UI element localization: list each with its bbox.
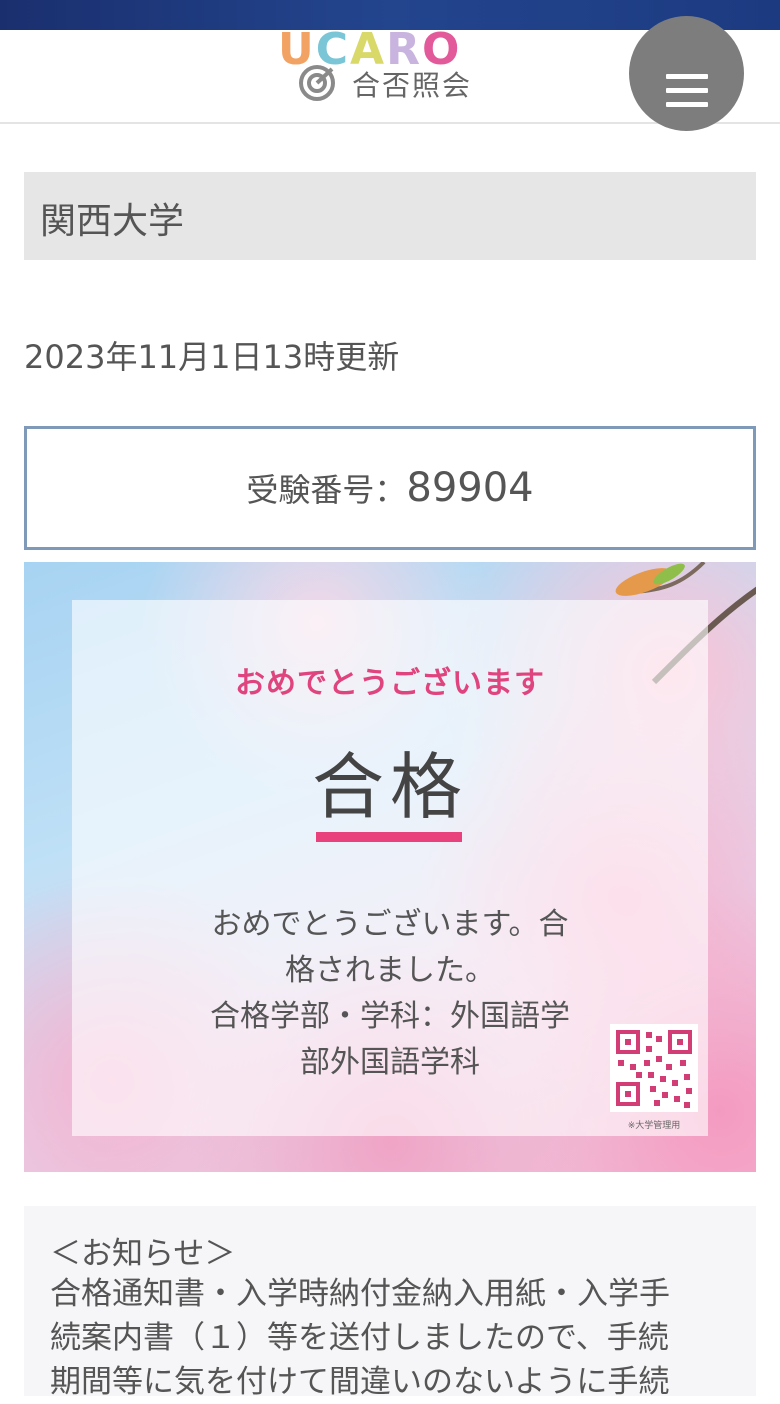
logo-letter: A — [350, 30, 385, 66]
logo-letter: C — [315, 30, 349, 66]
notice-line: 合格通知書・入学時納付金納入用紙・入学手 — [50, 1276, 670, 1312]
qr-note: ※大学管理用 — [627, 1121, 681, 1131]
result-status: 合格 — [311, 745, 468, 829]
hamburger-icon — [666, 74, 708, 79]
logo-letter: R — [386, 30, 420, 66]
logo-letter: U — [278, 30, 314, 66]
message-line: 部外国語学科 — [300, 1045, 480, 1080]
logo-letter: O — [421, 30, 460, 66]
result-panel: おめでとうございます 合格 おめでとうございます。合 格されました。 合格学部・… — [24, 562, 756, 1172]
target-icon — [299, 65, 335, 101]
message-line: 格されました。 — [285, 953, 495, 988]
notice-box: ＜お知らせ＞ 合格通知書・入学時納付金納入用紙・入学手 続案内書（１）等を送付し… — [24, 1206, 756, 1400]
logo-subtitle: 合否照会 — [352, 69, 473, 102]
exam-number-label: 受験番号： — [246, 471, 407, 509]
notice-body: 合格通知書・入学時納付金納入用紙・入学手 続案内書（１）等を送付しましたので、手… — [50, 1272, 740, 1404]
message-line: 合格学部・学科：外国語学 — [210, 999, 570, 1034]
notice-title: ＜お知らせ＞ — [50, 1236, 236, 1272]
ucaro-logo[interactable]: U C A R O 合否照会 — [278, 30, 504, 104]
university-header: 関西大学 — [24, 172, 756, 260]
qr-code — [610, 1024, 698, 1112]
notice-line: 続案内書（１）等を送付しましたので、手続 — [50, 1320, 669, 1356]
exam-number-line: 受験番号：89904 — [27, 465, 753, 511]
result-card: おめでとうございます 合格 おめでとうございます。合 格されました。 合格学部・… — [72, 600, 708, 1136]
notice-line: 期間等に気を付けて間違いのないように手続 — [50, 1364, 670, 1400]
result-message: おめでとうございます。合 格されました。 合格学部・学科：外国語学 部外国語学科 — [180, 902, 600, 1086]
hamburger-icon — [666, 88, 708, 93]
exam-number-value: 89904 — [406, 465, 534, 511]
menu-button[interactable] — [629, 16, 744, 131]
hamburger-icon — [666, 102, 708, 107]
status-underline — [316, 832, 462, 842]
message-line: おめでとうございます。合 — [211, 907, 569, 942]
updated-timestamp: 2023年11月1日13時更新 — [24, 338, 400, 376]
site-header: U C A R O 合否照会 — [0, 16, 780, 131]
congratulations-heading: おめでとうございます — [235, 666, 545, 701]
university-name: 関西大学 — [40, 201, 185, 242]
exam-number-box: 受験番号：89904 — [24, 426, 756, 550]
